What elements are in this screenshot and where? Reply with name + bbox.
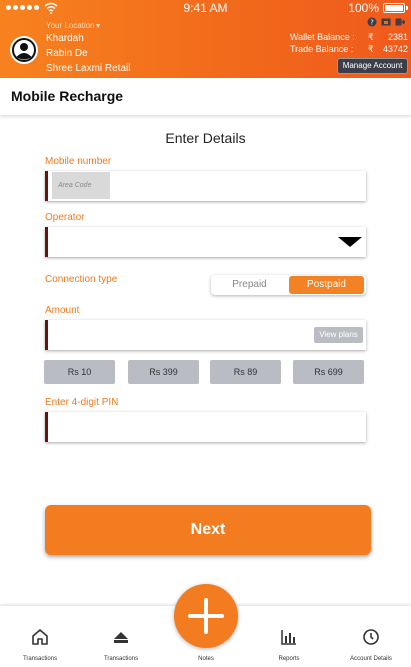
svg-text:?: ? bbox=[370, 19, 374, 27]
amount-label: Amount bbox=[45, 305, 80, 316]
rupee-symbol: ₹ bbox=[368, 44, 374, 54]
nav-item-home[interactable]: Transactions bbox=[5, 606, 75, 667]
help-icon[interactable]: ? bbox=[367, 17, 377, 27]
manage-account-button[interactable]: Manage Account bbox=[337, 58, 408, 74]
wallet-balance-amount: 2381 bbox=[387, 32, 408, 42]
avatar[interactable] bbox=[10, 36, 38, 64]
amount-chip[interactable]: Rs 10 bbox=[44, 360, 115, 384]
cash-icon bbox=[114, 632, 128, 643]
page-title-bar: Mobile Recharge bbox=[0, 78, 411, 115]
operator-select[interactable] bbox=[45, 227, 366, 257]
app-header: 9:41 AM 100% Your Location▼ Khardah Rabi… bbox=[0, 0, 411, 78]
shop-name: Shree Laxmi Retail bbox=[46, 63, 131, 74]
amount-chip[interactable]: Rs 89 bbox=[210, 360, 281, 384]
operator-label: Operator bbox=[45, 212, 85, 223]
trade-balance-label: Trade Balance : bbox=[290, 44, 354, 54]
nav-label: Transactions bbox=[103, 656, 139, 662]
prepaid-option[interactable]: Prepaid bbox=[211, 275, 288, 295]
bar-chart-icon bbox=[281, 630, 296, 645]
nav-item-reports[interactable]: Reports bbox=[254, 606, 324, 667]
amount-chip[interactable]: Rs 399 bbox=[128, 360, 199, 384]
connection-type-label: Connection type bbox=[45, 274, 118, 285]
location-name: Khardah bbox=[46, 33, 84, 44]
pin-field[interactable] bbox=[45, 412, 366, 442]
battery-icon bbox=[383, 3, 408, 13]
dropdown-arrow-icon[interactable] bbox=[338, 237, 362, 247]
mobile-number-label: Mobile number bbox=[45, 156, 112, 167]
nav-label: Reports bbox=[278, 656, 300, 662]
location-selector[interactable]: Your Location▼ bbox=[46, 21, 102, 30]
postpaid-option[interactable]: Postpaid bbox=[289, 276, 364, 294]
nav-item-account-details[interactable]: Account Details bbox=[336, 606, 406, 667]
page-title: Mobile Recharge bbox=[11, 88, 124, 104]
next-button[interactable]: Next bbox=[45, 505, 371, 555]
rupee-symbol: ₹ bbox=[368, 32, 374, 42]
wallet-balance-label: Wallet Balance : bbox=[290, 32, 355, 42]
amount-chips: Rs 10 Rs 399 Rs 89 Rs 699 bbox=[44, 360, 365, 384]
mobile-number-field[interactable]: Area Code bbox=[45, 171, 366, 201]
plus-icon bbox=[188, 598, 224, 634]
connection-type-toggle[interactable]: Prepaid Postpaid bbox=[211, 275, 366, 295]
section-title: Enter Details bbox=[165, 130, 246, 146]
store-icon[interactable] bbox=[381, 17, 391, 27]
location-label: Your Location bbox=[46, 21, 95, 30]
add-fab-button[interactable] bbox=[174, 584, 238, 648]
caret-down-icon: ▼ bbox=[94, 23, 102, 30]
battery-percentage: 100% bbox=[348, 1, 379, 15]
clock-icon bbox=[363, 629, 379, 645]
status-bar: 9:41 AM 100% bbox=[0, 0, 411, 16]
amount-chip[interactable]: Rs 699 bbox=[293, 360, 364, 384]
amount-field[interactable]: View plans bbox=[45, 320, 366, 350]
nav-label: Account Details bbox=[350, 656, 392, 662]
header-icons: ? bbox=[367, 17, 405, 27]
user-name: Rabin De bbox=[46, 48, 88, 59]
view-plans-button[interactable]: View plans bbox=[314, 327, 363, 343]
area-code-input[interactable]: Area Code bbox=[52, 172, 110, 199]
nav-label: Notes bbox=[198, 656, 214, 662]
home-icon bbox=[32, 629, 48, 645]
pin-label: Enter 4-digit PIN bbox=[45, 397, 119, 408]
user-icon bbox=[12, 38, 36, 62]
trade-balance-amount: 43742 bbox=[382, 44, 408, 54]
logout-icon[interactable] bbox=[395, 17, 405, 27]
nav-label: Transactions bbox=[22, 656, 58, 662]
nav-item-transactions[interactable]: Transactions bbox=[86, 606, 156, 667]
